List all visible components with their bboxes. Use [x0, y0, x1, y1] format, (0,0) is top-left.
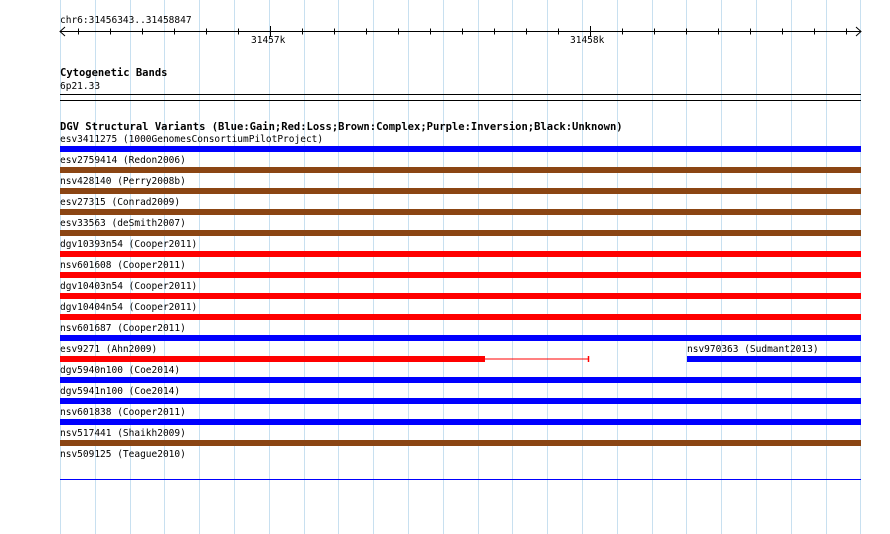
dgv-feature-bar: [60, 188, 861, 194]
cytoband-track-title: Cytogenetic Bands: [60, 67, 168, 79]
dgv-feature-label[interactable]: dgv10393n54 (Cooper2011): [60, 239, 197, 250]
dgv-feature-label[interactable]: esv2759414 (Redon2006): [60, 155, 186, 166]
dgv-feature-label[interactable]: dgv10403n54 (Cooper2011): [60, 281, 197, 292]
scale-tick-label-31458k: 31458k: [570, 35, 605, 46]
scale-tick-label-31457k: 31457k: [251, 35, 286, 46]
dgv-feature-bar: [60, 293, 861, 299]
region-label: chr6:31456343..31458847: [60, 15, 192, 26]
dgv-feature-bar: [60, 440, 861, 446]
dgv-feature-bar: [60, 167, 861, 173]
dgv-feature-label[interactable]: esv3411275 (1000GenomesConsortiumPilotPr…: [60, 134, 323, 145]
dgv-feature-bar: [60, 398, 861, 404]
dgv-feature-label[interactable]: esv27315 (Conrad2009): [60, 197, 180, 208]
dgv-feature-label[interactable]: dgv10404n54 (Cooper2011): [60, 302, 197, 313]
dgv-feature-label[interactable]: nsv970363 (Sudmant2013): [687, 344, 819, 355]
dgv-feature-bar: [60, 251, 861, 257]
dgv-feature-bar: [60, 230, 861, 236]
cytoband-label: 6p21.33: [60, 81, 101, 92]
dgv-feature-label[interactable]: dgv5940n100 (Coe2014): [60, 365, 180, 376]
dgv-feature-bar: [60, 356, 485, 362]
dgv-feature-label[interactable]: nsv509125 (Teague2010): [60, 449, 186, 460]
dgv-feature-bar: [60, 335, 861, 341]
dgv-feature-label[interactable]: nsv517441 (Shaikh2009): [60, 428, 186, 439]
genome-browser-track-panel: chr6:31456343..31458847 31457k 31458k Cy…: [0, 0, 890, 534]
dgv-feature-bar: [60, 377, 861, 383]
dgv-feature-label[interactable]: nsv601838 (Cooper2011): [60, 407, 186, 418]
dgv-feature-bar: [60, 479, 861, 480]
dgv-feature-label[interactable]: nsv601687 (Cooper2011): [60, 323, 186, 334]
dgv-feature-bar: [60, 419, 861, 425]
dgv-feature-bar: [60, 314, 861, 320]
dgv-feature-label[interactable]: nsv601608 (Cooper2011): [60, 260, 186, 271]
dgv-feature-label[interactable]: dgv5941n100 (Coe2014): [60, 386, 180, 397]
dgv-track-title: DGV Structural Variants (Blue:Gain;Red:L…: [60, 121, 623, 133]
dgv-feature-bar: [60, 146, 861, 152]
dgv-feature-label[interactable]: esv33563 (deSmith2007): [60, 218, 186, 229]
dgv-feature-bar: [60, 209, 861, 215]
dgv-feature-bar: [60, 272, 861, 278]
dgv-feature-bar: [687, 356, 861, 362]
dgv-feature-label[interactable]: esv9271 (Ahn2009): [60, 344, 157, 355]
dgv-feature-label[interactable]: nsv428140 (Perry2008b): [60, 176, 186, 187]
